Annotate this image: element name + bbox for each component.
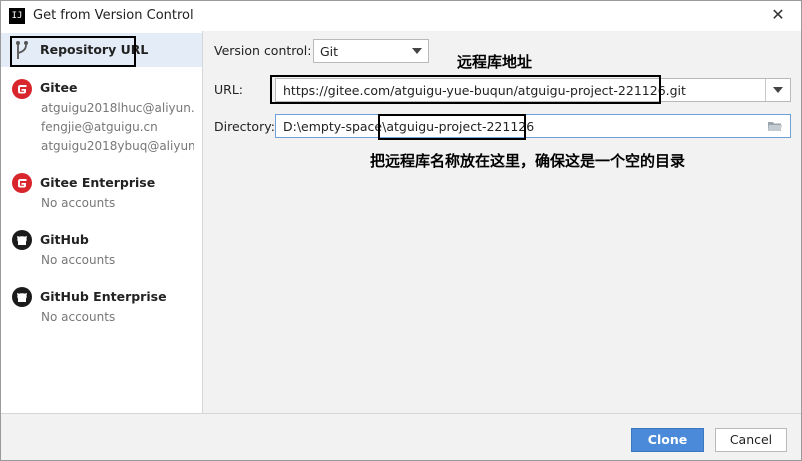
clone-button[interactable]: Clone: [631, 428, 704, 452]
sidebar-item-label: Gitee Enterprise: [40, 175, 156, 190]
sidebar: Repository URL Gitee atguigu2018lhuc@ali…: [1, 31, 203, 413]
window-title: Get from Version Control: [33, 8, 194, 23]
version-control-value: Git: [320, 44, 339, 59]
intellij-icon: IJ: [9, 8, 25, 24]
account-email: atguigu2018lhuc@aliyun.com: [41, 101, 194, 115]
folder-icon[interactable]: [768, 121, 782, 131]
sidebar-item-github[interactable]: GitHub No accounts: [1, 228, 202, 272]
title-bar: IJ Get from Version Control ✕: [1, 1, 801, 31]
url-annotation: 远程库地址: [457, 53, 533, 71]
sidebar-item-gitee-enterprise[interactable]: Gitee Enterprise No accounts: [1, 171, 202, 215]
github-logo-icon: [12, 230, 32, 250]
version-control-dropdown[interactable]: Git: [313, 39, 429, 63]
sidebar-item-label: GitHub Enterprise: [40, 289, 167, 304]
dialog-window: IJ Get from Version Control ✕ Repository…: [0, 0, 802, 461]
account-email: fengjie@atguigu.cn: [41, 120, 158, 134]
sidebar-item-github-enterprise[interactable]: GitHub Enterprise No accounts: [1, 285, 202, 329]
cancel-button[interactable]: Cancel: [715, 428, 787, 452]
directory-label: Directory:: [214, 119, 275, 134]
directory-annotation: 把远程库名称放在这里，确保这是一个空的目录: [370, 152, 686, 170]
sidebar-item-label: GitHub: [40, 232, 89, 247]
directory-input[interactable]: D:\empty-space\atguigu-project-221126: [275, 114, 791, 138]
annotation-box: [10, 36, 136, 67]
annotation-box: [270, 75, 661, 104]
no-accounts-text: No accounts: [41, 253, 116, 267]
no-accounts-text: No accounts: [41, 196, 116, 210]
url-label: URL:: [214, 82, 244, 97]
sidebar-item-repository-url[interactable]: Repository URL: [1, 33, 202, 67]
no-accounts-text: No accounts: [41, 310, 116, 324]
dropdown-separator: [765, 79, 766, 101]
gitee-logo-icon: [12, 173, 32, 193]
annotation-box: [378, 114, 526, 140]
chevron-down-icon[interactable]: [773, 87, 783, 93]
gitee-logo-icon: [12, 79, 32, 99]
chevron-down-icon: [412, 48, 422, 54]
sidebar-item-gitee[interactable]: Gitee atguigu2018lhuc@aliyun.com fengjie…: [1, 75, 202, 159]
version-control-label: Version control:: [214, 43, 312, 58]
github-logo-icon: [12, 287, 32, 307]
close-icon[interactable]: ✕: [769, 6, 787, 24]
sidebar-item-label: Gitee: [40, 80, 78, 95]
account-email: atguigu2018ybuq@aliyun.com: [41, 139, 194, 153]
dialog-footer: Clone Cancel: [1, 413, 801, 460]
